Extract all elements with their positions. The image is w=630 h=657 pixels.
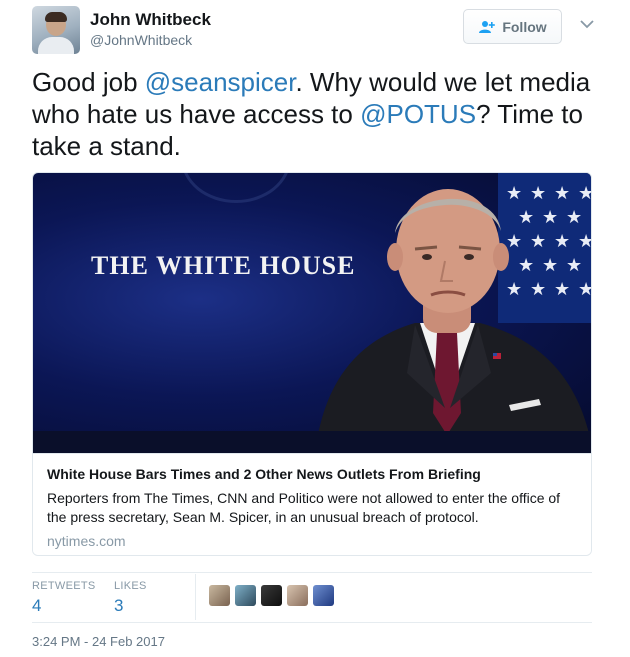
stats-separator [195, 574, 196, 620]
user-name[interactable]: John Whitbeck [90, 10, 211, 30]
card-description: Reporters from The Times, CNN and Politi… [47, 490, 561, 525]
mention-link-seanspicer[interactable]: @seanspicer [145, 67, 296, 97]
likes-count: 3 [114, 596, 124, 615]
avatar-hair-shape [45, 12, 67, 22]
follow-user-icon [479, 20, 496, 33]
card-image: THE WHITE HOUSE ★★★★ ★★★ ★★★★ ★★★ ★★★★ [33, 173, 591, 453]
avatar-body-shape [38, 37, 74, 54]
liker-avatar[interactable] [209, 585, 230, 606]
likers-avatars [209, 585, 334, 606]
tweet-text-part: Good job [32, 67, 145, 97]
speaker-photo [315, 189, 591, 453]
liker-avatar[interactable] [235, 585, 256, 606]
card-body: White House Bars Times and 2 Other News … [33, 453, 591, 555]
tweet-header: John Whitbeck @JohnWhitbeck Follow [32, 6, 598, 54]
divider [32, 622, 592, 623]
user-handle[interactable]: @JohnWhitbeck [90, 32, 192, 48]
follow-button-label: Follow [502, 18, 547, 35]
link-preview-card[interactable]: THE WHITE HOUSE ★★★★ ★★★ ★★★★ ★★★ ★★★★ [32, 172, 592, 556]
tweet-timestamp[interactable]: 3:24 PM - 24 Feb 2017 [32, 634, 165, 649]
follow-button[interactable]: Follow [463, 9, 562, 44]
avatar[interactable] [32, 6, 80, 54]
chevron-down-icon[interactable] [579, 18, 595, 30]
mention-link-potus[interactable]: @POTUS [360, 99, 476, 129]
liker-avatar[interactable] [313, 585, 334, 606]
tweet-text: Good job @seanspicer. Why would we let m… [32, 66, 598, 162]
card-title[interactable]: White House Bars Times and 2 Other News … [47, 466, 577, 482]
liker-avatar[interactable] [287, 585, 308, 606]
tweet-stats: RETWEETS 4 LIKES 3 [32, 574, 592, 622]
divider [32, 572, 592, 573]
seal-decoration [181, 173, 291, 203]
card-domain[interactable]: nytimes.com [47, 533, 577, 549]
retweets-count: 4 [32, 596, 42, 615]
liker-avatar[interactable] [261, 585, 282, 606]
likes-stat[interactable]: LIKES 3 [114, 580, 147, 616]
retweets-label: RETWEETS [32, 580, 96, 592]
podium-edge [33, 431, 591, 453]
likes-label: LIKES [114, 580, 147, 592]
retweets-stat[interactable]: RETWEETS 4 [32, 580, 96, 616]
